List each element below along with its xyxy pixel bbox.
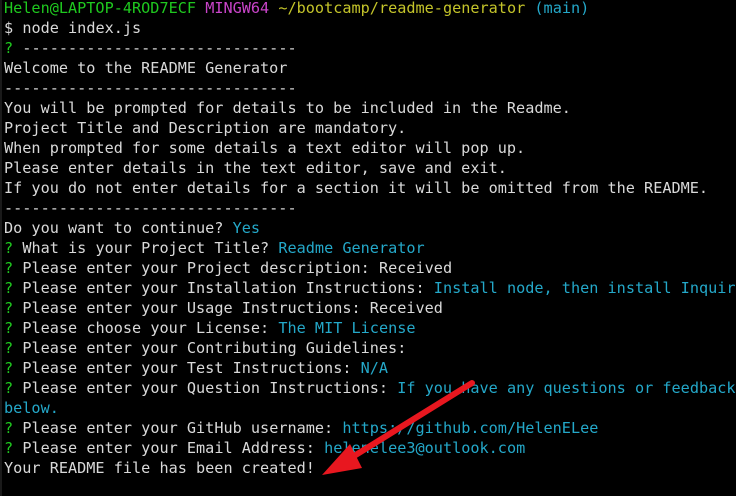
terminal-window[interactable]: Helen@LAPTOP-4ROD7ECF MINGW64 ~/bootcamp… [0, 0, 736, 496]
wrap-continuation: below. [4, 398, 59, 418]
answer-text: If you have any questions or feedback p [397, 379, 736, 397]
qmark: ? [4, 359, 14, 377]
qmark: ? [4, 319, 14, 337]
github-question: Please enter your GitHub username: [22, 419, 334, 437]
qmark: ? [4, 239, 14, 257]
separator-line-1: ? ------------------------------ [4, 38, 297, 58]
email-question: Please enter your Email Address: [22, 439, 315, 457]
separator-line-2: -------------------------------- [4, 79, 297, 97]
question-line: ? What is your Project Title? Readme Gen… [4, 238, 425, 258]
separator-line-3: -------------------------------- [4, 199, 297, 217]
answer-text: Readme Generator [278, 239, 425, 257]
qmark: ? [4, 279, 14, 297]
done-message: Your README file has been created! [4, 459, 315, 477]
info-line-1: You will be prompted for details to be i… [4, 99, 571, 117]
info-line-2: Project Title and Description are mandat… [4, 119, 407, 137]
question-text: Please enter your Project description: [22, 259, 370, 277]
command-line: $ node index.js [4, 18, 141, 38]
qmark: ? [4, 439, 14, 457]
command-text: node index.js [22, 19, 142, 37]
question-line: ? Please choose your License: The MIT Li… [4, 318, 416, 338]
answer-text: Received [369, 299, 443, 317]
question-line: ? Please enter your Test Instructions: N… [4, 358, 388, 378]
question-text: Please choose your License: [22, 319, 270, 337]
qmark: ? [4, 339, 14, 357]
answer-text: N/A [360, 359, 389, 377]
answer-text: The MIT License [278, 319, 416, 337]
continue-question: Do you want to continue? [4, 219, 224, 237]
question-text: Please enter your Contributing Guideline… [22, 339, 407, 357]
prompt-shell: MINGW64 [205, 0, 270, 17]
question-text: Please enter your Installation Instructi… [22, 279, 425, 297]
question-text: Please enter your Question Instructions: [22, 379, 389, 397]
email-line: ? Please enter your Email Address: helen… [4, 438, 525, 458]
question-text: Please enter your Usage Instructions: [22, 299, 361, 317]
question-line: ? Please enter your Question Instruction… [4, 378, 736, 398]
answer-text: Install node, then install Inquirer [433, 279, 736, 297]
welcome-text: Welcome to the README Generator [4, 59, 288, 77]
qmark: ? [4, 419, 14, 437]
qmark: ? [4, 299, 14, 317]
info-line-5: If you do not enter details for a sectio… [4, 179, 709, 197]
question-line: ? Please enter your Project description:… [4, 258, 452, 278]
email-answer: helenelee3@outlook.com [324, 439, 526, 457]
prompt-path: ~/bootcamp/readme-generator [278, 0, 526, 17]
prompt-line: Helen@LAPTOP-4ROD7ECF MINGW64 ~/bootcamp… [4, 0, 589, 18]
qmark: ? [4, 379, 14, 397]
separator-text: ------------------------------ [13, 39, 297, 57]
prompt-dollar: $ [4, 19, 14, 37]
github-answer: https://github.com/HelenELee [342, 419, 599, 437]
terminal-left-edge [0, 0, 2, 496]
qmark: ? [4, 259, 14, 277]
question-line: ? Please enter your Installation Instruc… [4, 278, 736, 298]
wrap-continuation-text: below. [4, 399, 59, 417]
prompt-branch: (main) [534, 0, 590, 17]
info-line-4: Please enter details in the text editor,… [4, 159, 507, 177]
question-line: ? Please enter your Contributing Guideli… [4, 338, 406, 358]
info-line-3: When prompted for some details a text ed… [4, 139, 526, 157]
github-line: ? Please enter your GitHub username: htt… [4, 418, 598, 438]
answer-text: Received [378, 259, 453, 277]
question-text: What is your Project Title? [22, 239, 270, 257]
continue-line: Do you want to continue? Yes [4, 218, 260, 238]
continue-answer: Yes [232, 219, 261, 237]
separator-qmark: ? [4, 39, 14, 57]
question-line: ? Please enter your Usage Instructions: … [4, 298, 443, 318]
prompt-user-host: Helen@LAPTOP-4ROD7ECF [4, 0, 197, 17]
question-text: Please enter your Test Instructions: [22, 359, 352, 377]
